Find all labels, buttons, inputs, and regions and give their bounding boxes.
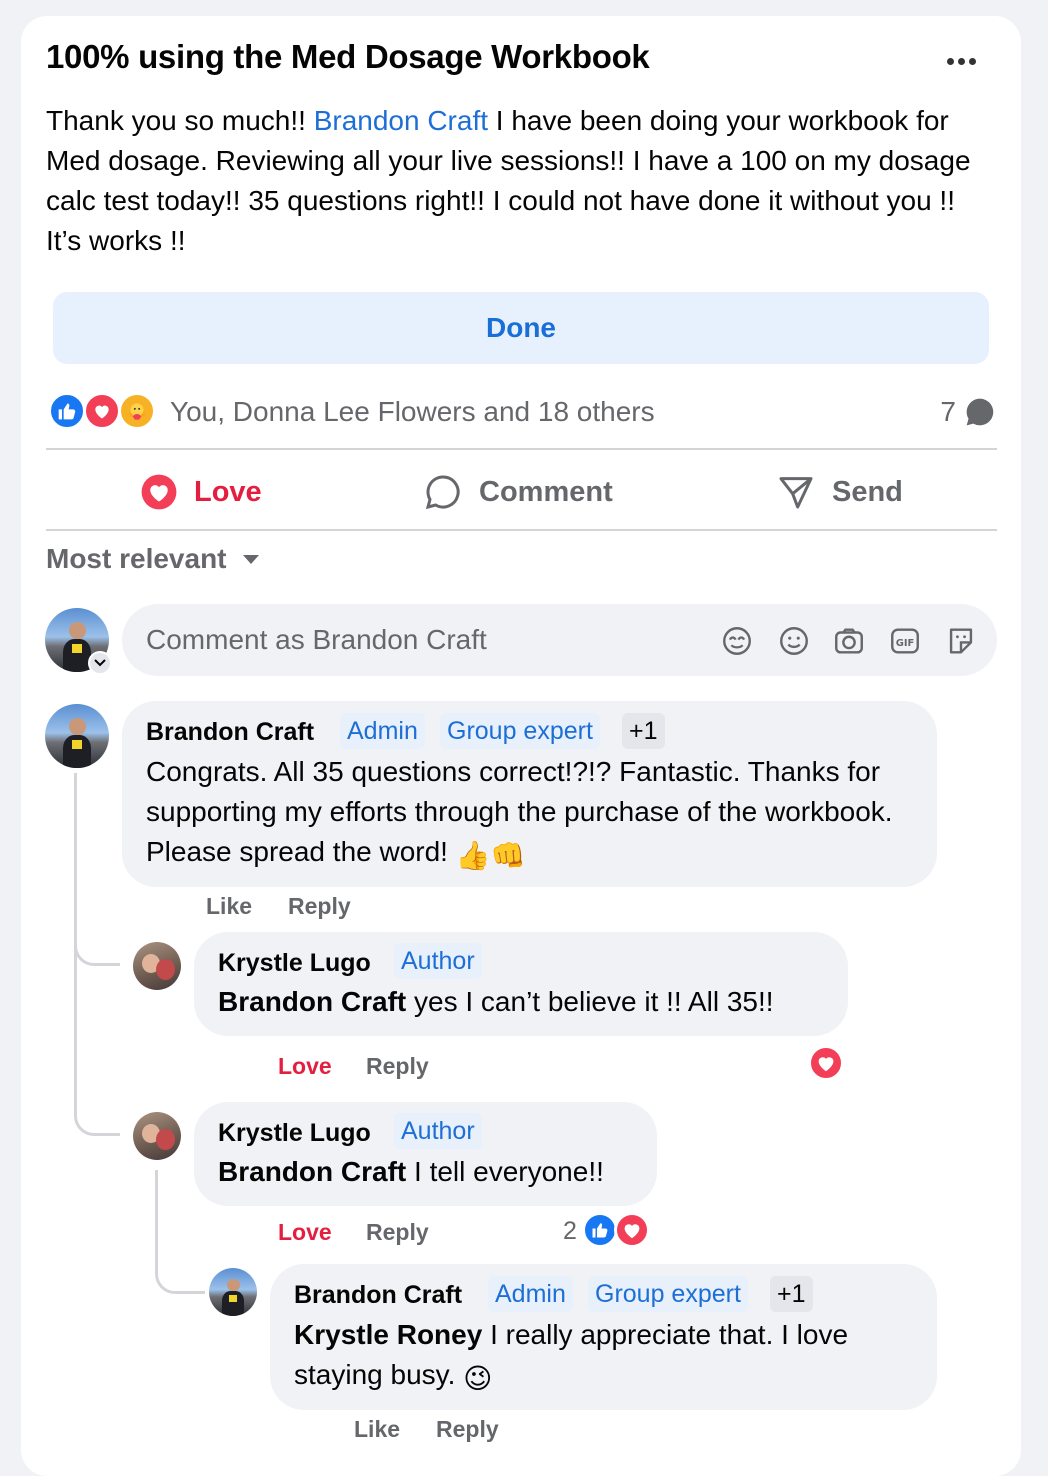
reply-link[interactable]: Reply (436, 1416, 499, 1443)
svg-text:GIF: GIF (896, 638, 915, 649)
comment-mention[interactable]: Brandon Craft (218, 986, 406, 1017)
comment-mention[interactable]: Krystle Roney (294, 1319, 482, 1350)
wink-emoji: 😉 (463, 1363, 493, 1394)
comment-author[interactable]: Brandon Craft (294, 1281, 462, 1310)
post-body: Thank you so much!! Brandon Craft I have… (46, 101, 996, 261)
post-title: 100% using the Med Dosage Workbook (46, 38, 650, 75)
divider (46, 448, 997, 450)
comment-icon (425, 475, 460, 510)
thread-line (74, 773, 120, 966)
post-mention-link[interactable]: Brandon Craft (314, 105, 488, 136)
comment-text: Congrats. All 35 questions correct!?!? F… (146, 752, 926, 876)
comment-body: I tell everyone!! (406, 1156, 604, 1187)
love-icon (141, 474, 177, 510)
reply-link[interactable]: Reply (366, 1053, 429, 1080)
comment-text: Krystle Roney I really appreciate that. … (294, 1315, 924, 1399)
comment-input[interactable] (146, 618, 706, 662)
author-badge[interactable]: Author (394, 943, 482, 979)
send-action-label: Send (832, 475, 903, 508)
care-reaction-icon (118, 392, 156, 430)
comment-text: Brandon Craft I tell everyone!! (218, 1152, 648, 1192)
more-options-icon[interactable] (940, 40, 982, 82)
camera-icon[interactable] (832, 624, 866, 658)
thumbs-up-fist-emoji: 👍👊 (455, 840, 526, 871)
love-reaction-icon[interactable] (808, 1045, 844, 1081)
emoji-icon[interactable] (777, 624, 811, 658)
admin-badge[interactable]: Admin (488, 1276, 573, 1312)
commenter-avatar[interactable] (45, 704, 109, 768)
love-reaction-icon[interactable] (614, 1212, 650, 1248)
commenter-avatar[interactable] (133, 1112, 181, 1160)
comment-author[interactable]: Brandon Craft (146, 718, 314, 747)
like-reaction-icon[interactable] (582, 1212, 618, 1248)
divider (46, 529, 997, 531)
reaction-count[interactable]: 2 (563, 1217, 577, 1246)
author-badge[interactable]: Author (394, 1113, 482, 1149)
like-link[interactable]: Like (206, 893, 252, 920)
comment-action-label: Comment (479, 475, 613, 508)
like-link[interactable]: Like (354, 1416, 400, 1443)
comment-mention[interactable]: Brandon Craft (218, 1156, 406, 1187)
commenter-avatar[interactable] (133, 942, 181, 990)
more-badges[interactable]: +1 (770, 1276, 813, 1312)
comment-body: yes I can’t believe it !! All 35!! (406, 986, 774, 1017)
reply-link[interactable]: Reply (366, 1219, 429, 1246)
commenter-avatar[interactable] (209, 1268, 257, 1316)
gif-icon[interactable]: GIF (888, 624, 922, 658)
sort-label: Most relevant (46, 543, 227, 574)
more-badges[interactable]: +1 (622, 713, 665, 749)
comment-action-button[interactable]: Comment (423, 470, 613, 514)
like-reaction-icon (48, 392, 86, 430)
avatar-sticker-icon[interactable] (720, 624, 754, 658)
caret-down-icon (242, 555, 259, 564)
comment-author[interactable]: Krystle Lugo (218, 1119, 371, 1148)
chevron-down-icon[interactable] (88, 651, 112, 675)
reactions-summary[interactable]: You, Donna Lee Flowers and 18 others 7 (46, 390, 998, 434)
love-link[interactable]: Love (278, 1053, 332, 1080)
comment-composer: GIF (122, 604, 997, 676)
comment-text: Brandon Craft yes I can’t believe it !! … (218, 982, 838, 1022)
admin-badge[interactable]: Admin (340, 713, 425, 749)
sort-dropdown[interactable]: Most relevant (46, 543, 261, 575)
send-icon (779, 477, 813, 509)
comment-count-icon (964, 396, 996, 433)
comment-author[interactable]: Krystle Lugo (218, 949, 371, 978)
done-button[interactable]: Done (53, 292, 989, 364)
reply-link[interactable]: Reply (288, 893, 351, 920)
thread-connector (74, 960, 120, 1136)
sticker-icon[interactable] (944, 624, 978, 658)
love-reaction-icon (83, 392, 121, 430)
love-link[interactable]: Love (278, 1219, 332, 1246)
love-action-button[interactable]: Love (140, 470, 262, 514)
love-action-label: Love (194, 475, 262, 508)
post-body-text-start: Thank you so much!! (46, 105, 314, 136)
reactors-text: You, Donna Lee Flowers and 18 others (170, 396, 655, 427)
group-expert-badge[interactable]: Group expert (588, 1276, 748, 1312)
comment-count: 7 (940, 396, 956, 427)
send-action-button[interactable]: Send (776, 470, 903, 514)
group-expert-badge[interactable]: Group expert (440, 713, 600, 749)
